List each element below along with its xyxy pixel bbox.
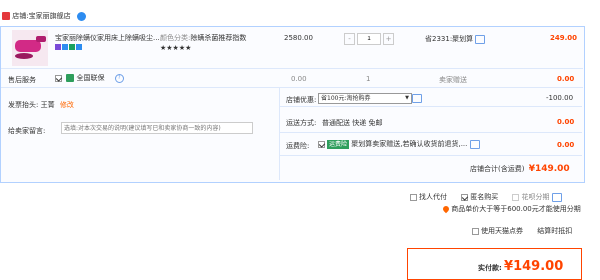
message-input[interactable] xyxy=(61,122,253,134)
coupon-label: 店铺优惠: xyxy=(286,96,317,104)
shop-total-label: 店铺合计(含运费) xyxy=(470,165,525,173)
invoice-name: 王菁 xyxy=(40,101,55,109)
divider xyxy=(280,132,582,133)
badge-icon xyxy=(62,44,68,50)
tips-icon[interactable] xyxy=(412,94,422,103)
divider xyxy=(1,87,583,88)
shop-name-link[interactable]: 宝家丽旗舰店 xyxy=(29,12,71,20)
quantity-stepper: -+ xyxy=(344,33,394,45)
shipping-value: 普通配送 快递 免邮 xyxy=(322,119,383,127)
insurance-option: 运费险 聚划算卖家赠送,若确认收货前退货,... xyxy=(318,139,480,149)
pay-options: 找人代付 匿名购买 花呗分期 xyxy=(410,192,562,202)
service-name: 全国联保 xyxy=(76,74,105,82)
checkout-discount-text: 结算时抵扣 xyxy=(537,227,573,235)
coupon-selected: 省100元:淘抢购券 xyxy=(321,95,371,102)
badge-icon xyxy=(76,44,82,50)
service-label: 售后服务 xyxy=(8,76,36,84)
tips-icon[interactable] xyxy=(551,192,562,202)
insurance-badge: 运费险 xyxy=(327,140,350,149)
shipping-amount: 0.00 xyxy=(557,118,575,126)
tips-icon[interactable] xyxy=(469,139,480,149)
divider xyxy=(279,88,280,180)
service-option: 全国联保 ? xyxy=(55,73,124,83)
shop-total: 店铺合计(含运费) ¥149.00 xyxy=(470,164,570,174)
divider xyxy=(280,155,582,156)
coupon-select[interactable]: 省100元:淘抢购券 ▼ xyxy=(318,93,412,104)
warning-pin-icon xyxy=(441,204,451,214)
product-title[interactable]: 宝家丽除螨仪家用床上除螨吸尘... xyxy=(55,33,160,43)
actual-payment-label: 实付款: xyxy=(478,264,502,272)
insurance-text: 聚划算卖家赠送,若确认收货前退货,... xyxy=(351,140,468,148)
actual-payment: 实付款: ¥149.00 xyxy=(478,259,563,274)
insurance-checkbox[interactable] xyxy=(318,140,325,148)
invoice: 发票抬头: 王菁 修改 xyxy=(8,100,74,110)
service-bear: 卖家赠送 xyxy=(439,76,467,84)
guarantee-icon xyxy=(66,74,75,82)
promo-label: 省2331:聚划算 xyxy=(425,35,474,43)
installment-note-text: 商品单价大于等于600.00元才能使用分期 xyxy=(451,205,581,213)
item-subtotal: 249.00 xyxy=(550,34,578,42)
product-badges xyxy=(55,44,82,52)
service-checkbox[interactable] xyxy=(55,74,62,82)
coupon-amount: -100.00 xyxy=(546,94,574,102)
wangwang-icon[interactable] xyxy=(76,11,86,21)
help-icon[interactable]: ? xyxy=(114,73,124,83)
product-thumbnail[interactable] xyxy=(12,30,48,66)
service-qty: 1 xyxy=(366,75,371,83)
huabei-label: 花呗分期 xyxy=(521,193,550,201)
divider xyxy=(1,68,583,69)
shipping-label: 运送方式: xyxy=(286,119,317,127)
badge-icon xyxy=(55,44,61,50)
proxy-pay-checkbox[interactable] xyxy=(410,193,417,201)
actual-payment-amount: ¥149.00 xyxy=(504,259,564,274)
insurance-amount: 0.00 xyxy=(557,141,575,149)
installment-note: 商品单价大于等于600.00元才能使用分期 xyxy=(441,204,581,214)
sku-info: 颜色分类:除螨杀菌推荐指数★★★★★ xyxy=(160,33,270,53)
qty-minus-button[interactable]: - xyxy=(344,33,355,45)
product-image xyxy=(15,36,46,59)
anonymous-label: 匿名购买 xyxy=(470,193,499,201)
shop-icon xyxy=(2,12,10,20)
dropdown-arrow-icon: ▼ xyxy=(405,95,409,101)
sku-label: 颜色分类: xyxy=(160,34,191,42)
service-sum: 0.00 xyxy=(557,75,575,83)
promo-text: 省2331:聚划算 xyxy=(425,34,486,44)
qty-input[interactable] xyxy=(357,33,381,45)
tmall-coupon-label: 使用天猫点券 xyxy=(481,227,523,235)
badge-icon xyxy=(69,44,75,50)
message-label: 给卖家留言: xyxy=(8,127,46,135)
invoice-label: 发票抬头: xyxy=(8,101,39,109)
anonymous-checkbox[interactable] xyxy=(461,193,469,201)
shop-prefix: 店铺: xyxy=(12,12,29,20)
insurance-label: 运费险: xyxy=(286,142,310,150)
shop-total-amount: ¥149.00 xyxy=(528,164,570,174)
service-price: 0.00 xyxy=(291,75,307,83)
tmall-coupon-checkbox[interactable] xyxy=(472,227,479,235)
unit-price: 2580.00 xyxy=(284,34,313,42)
qty-plus-button[interactable]: + xyxy=(383,33,394,45)
divider xyxy=(280,106,582,107)
tmall-coupon: 使用天猫点券 结算时抵扣 xyxy=(472,226,572,236)
tips-icon[interactable] xyxy=(475,34,486,44)
invoice-edit-link[interactable]: 修改 xyxy=(60,101,74,109)
shop-header: 店铺:宝家丽旗舰店 xyxy=(2,11,86,21)
proxy-pay-label: 找人代付 xyxy=(419,193,447,201)
huabei-checkbox[interactable] xyxy=(512,193,520,201)
